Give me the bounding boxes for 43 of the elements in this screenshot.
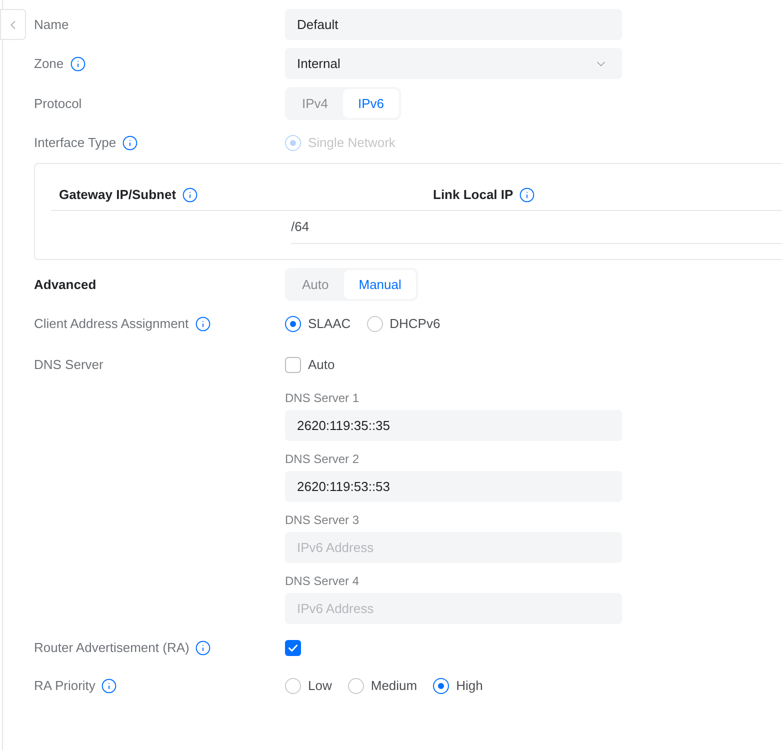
radio-option[interactable]: High	[433, 676, 483, 696]
info-icon[interactable]	[519, 187, 536, 203]
radio-option[interactable]: DHCPv6	[366, 314, 440, 334]
text-field[interactable]: Default	[285, 9, 622, 40]
radio-option[interactable]: Low	[285, 676, 332, 696]
checkbox-icon[interactable]	[285, 357, 301, 373]
field-label: Interface Type	[34, 134, 116, 152]
field-label: Router Advertisement (RA)	[34, 639, 190, 658]
radio-option[interactable]: Medium	[348, 676, 418, 696]
field-label: Client Address Assignment	[34, 315, 189, 334]
info-icon[interactable]	[101, 678, 118, 694]
dns-server-field[interactable]: IPv6 Address	[285, 532, 622, 563]
field-label: Name	[34, 16, 69, 34]
table-cell: /64	[291, 211, 425, 244]
info-icon[interactable]	[70, 56, 86, 72]
field-label: DNS Server	[34, 356, 104, 374]
info-icon[interactable]	[194, 316, 211, 332]
checkbox-option[interactable]: Auto	[285, 355, 335, 375]
dns-server-field[interactable]: IPv6 Address	[285, 593, 622, 624]
radio-icon[interactable]	[285, 678, 301, 694]
dns-server-label: DNS Server 2	[285, 451, 360, 467]
info-icon[interactable]	[195, 640, 212, 656]
column-header: Gateway IP/Subnet	[59, 186, 176, 204]
dns-server-label: DNS Server 1	[285, 390, 360, 406]
radio-icon[interactable]	[433, 678, 450, 694]
field-label: Zone	[34, 54, 64, 73]
select-field[interactable]: Internal	[285, 48, 622, 79]
dns-server-label: DNS Server 3	[285, 512, 360, 528]
dns-server-field[interactable]: 2620:119:53::53	[285, 471, 622, 502]
info-icon[interactable]	[182, 187, 198, 203]
radio-icon[interactable]	[285, 316, 301, 332]
radio-option[interactable]: SLAAC	[285, 314, 351, 334]
field-label: Protocol	[34, 94, 82, 113]
field-label: RA Priority	[34, 677, 96, 696]
segment-tab[interactable]: IPv6	[343, 89, 400, 118]
radio-icon[interactable]	[366, 316, 383, 332]
dns-server-label: DNS Server 4	[285, 573, 360, 589]
radio-icon[interactable]	[348, 678, 364, 694]
field-label: Advanced	[34, 276, 96, 294]
column-header: Link Local IP	[433, 186, 514, 204]
checkbox-icon[interactable]	[285, 640, 301, 656]
segment-tab[interactable]: Manual	[344, 270, 416, 299]
dns-server-field[interactable]: 2620:119:35::35	[285, 410, 622, 441]
